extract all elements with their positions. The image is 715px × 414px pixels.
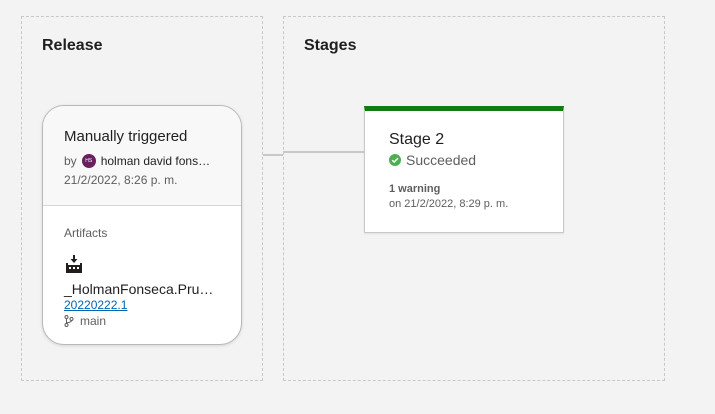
stage-name: Stage 2 [389,131,445,148]
build-artifact-icon [66,255,82,273]
stage-status-label: Succeeded [406,152,477,168]
trigger-text: Manually triggered [64,128,188,145]
artifact-name: _HolmanFonseca.Pru… [64,281,214,297]
succeeded-check-icon [389,154,401,166]
artifacts-section: Artifacts _HolmanFonseca.Pru… 20220222.1… [43,206,241,328]
artifact-branch: main [64,314,241,328]
by-label: by [64,154,77,168]
stage-status: Succeeded [389,152,563,168]
branch-name: main [80,314,107,328]
branch-icon [64,315,74,327]
triggered-by: by HS holman david fons… [64,154,241,168]
release-card[interactable]: Manually triggered by HS holman david fo… [42,105,242,345]
release-panel-title: Release [42,37,103,54]
artifacts-label: Artifacts [64,226,108,240]
stage-warning: 1 warning [389,183,441,195]
artifact-version-link[interactable]: 20220222.1 [64,298,241,312]
user-name: holman david fons… [100,154,211,168]
user-avatar: HS [81,154,96,168]
connector-line [283,151,364,153]
stage-card[interactable]: Stage 2 Succeeded 1 warning on 21/2/2022… [364,106,564,233]
stages-panel-title: Stages [304,37,357,54]
release-trigger-section: Manually triggered by HS holman david fo… [43,106,241,206]
connector-line [263,154,283,156]
stage-completed-date: on 21/2/2022, 8:29 p. m. [389,198,509,210]
trigger-date: 21/2/2022, 8:26 p. m. [64,173,178,187]
